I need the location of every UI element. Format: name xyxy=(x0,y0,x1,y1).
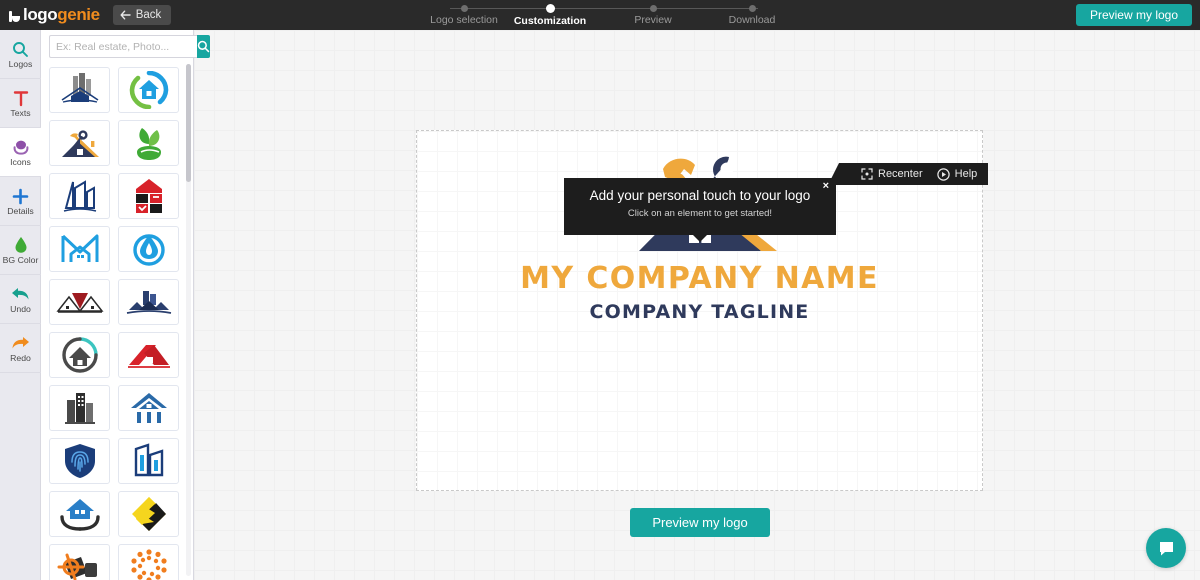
undo-arrow-icon xyxy=(11,285,30,304)
thumbnail-item[interactable] xyxy=(49,226,110,272)
canvas-toolbar: Recenter Help xyxy=(827,163,989,185)
chat-widget-button[interactable] xyxy=(1146,528,1186,568)
thumbnail-grid xyxy=(41,61,194,580)
play-circle-icon xyxy=(936,167,950,181)
thumbnail-item[interactable] xyxy=(118,67,179,113)
editor-workspace[interactable]: MY COMPANY NAME COMPANY TAGLINE Recenter… xyxy=(194,30,1200,580)
thumbnail-item[interactable] xyxy=(118,120,179,166)
thumbnail-item[interactable] xyxy=(118,279,179,325)
tool-rail: Logos Texts Icons Details BG Color Undo … xyxy=(0,30,41,580)
brand-text-genie: genie xyxy=(57,5,100,24)
step-download[interactable]: Download xyxy=(697,0,807,26)
logo-thumbnail-panel xyxy=(41,30,210,580)
rail-item-label: Details xyxy=(7,205,34,216)
thumbnail-item[interactable] xyxy=(49,332,110,378)
thumbnail-item[interactable] xyxy=(49,385,110,431)
back-button-label: Back xyxy=(135,9,162,21)
preview-my-logo-button-top[interactable]: Preview my logo xyxy=(1075,4,1192,26)
rail-item-redo[interactable]: Redo xyxy=(0,324,41,373)
step-dot xyxy=(748,5,756,12)
top-bar: logo genie Back Logo selection Customizat… xyxy=(0,0,1200,30)
thumbnail-item[interactable] xyxy=(118,544,179,580)
rail-item-details[interactable]: Details xyxy=(0,177,41,226)
preview-my-logo-button-bottom[interactable]: Preview my logo xyxy=(630,508,770,537)
plus-icon xyxy=(12,187,29,206)
thumbnail-item[interactable] xyxy=(118,173,179,219)
brand-logo[interactable]: logo genie xyxy=(9,5,100,25)
search-icon xyxy=(12,40,29,59)
brand-text-logo: logo xyxy=(23,5,58,24)
thumbnail-item[interactable] xyxy=(118,491,179,537)
thumbnail-item[interactable] xyxy=(49,67,110,113)
thumbnail-item[interactable] xyxy=(118,226,179,272)
thumbnail-item[interactable] xyxy=(49,279,110,325)
search-row xyxy=(41,30,210,61)
tooltip-title: Add your personal touch to your logo xyxy=(589,188,811,203)
thumbnail-item[interactable] xyxy=(118,332,179,378)
search-input[interactable] xyxy=(49,35,197,58)
thumbnail-item[interactable] xyxy=(118,385,179,431)
logo-company-name[interactable]: MY COMPANY NAME xyxy=(417,261,982,296)
rail-item-label: BG Color xyxy=(2,254,39,265)
logo-tagline[interactable]: COMPANY TAGLINE xyxy=(417,301,982,323)
help-button[interactable]: Help xyxy=(936,167,978,181)
search-icon xyxy=(197,40,210,53)
droplet-icon xyxy=(14,236,28,255)
thumbnail-item[interactable] xyxy=(118,438,179,484)
rail-item-label: Redo xyxy=(10,352,31,363)
step-preview[interactable]: Preview xyxy=(598,0,708,26)
progress-steps: Logo selection Customization Preview Dow… xyxy=(409,0,799,30)
rail-item-label: Undo xyxy=(10,303,31,314)
thumbnail-item[interactable] xyxy=(49,438,110,484)
search-button[interactable] xyxy=(197,35,210,58)
thumbnail-item[interactable] xyxy=(49,491,110,537)
chat-bubble-icon xyxy=(1159,541,1173,555)
recenter-button[interactable]: Recenter xyxy=(861,168,923,180)
step-dot xyxy=(545,4,555,13)
arrow-left-icon xyxy=(120,10,131,20)
step-label: Download xyxy=(728,14,776,26)
help-label: Help xyxy=(954,168,978,180)
shapes-icon xyxy=(12,138,30,157)
rail-item-bg-color[interactable]: BG Color xyxy=(0,226,41,275)
rail-item-logos[interactable]: Logos xyxy=(0,30,41,79)
rail-item-undo[interactable]: Undo xyxy=(0,275,41,324)
step-dot xyxy=(460,5,468,12)
thumbnail-item[interactable] xyxy=(49,544,110,580)
redo-arrow-icon xyxy=(11,334,30,353)
brand-mark-icon xyxy=(9,9,20,22)
step-customization[interactable]: Customization xyxy=(495,0,605,27)
tooltip-close-icon[interactable]: × xyxy=(823,181,829,192)
step-label: Customization xyxy=(513,15,587,27)
rail-item-label: Icons xyxy=(10,156,31,167)
thumbnail-item[interactable] xyxy=(49,120,110,166)
rail-item-texts[interactable]: Texts xyxy=(0,79,41,128)
rail-item-label: Logos xyxy=(8,58,33,69)
step-dot xyxy=(649,5,657,12)
rail-item-icons[interactable]: Icons xyxy=(0,128,41,177)
recenter-label: Recenter xyxy=(878,168,923,180)
text-t-icon xyxy=(13,89,29,108)
step-label: Preview xyxy=(634,14,672,26)
panel-scrollbar-thumb[interactable] xyxy=(186,64,191,182)
onboarding-tooltip: × Add your personal touch to your logo C… xyxy=(564,178,836,235)
panel-scrollbar-track[interactable] xyxy=(186,64,191,576)
recenter-icon xyxy=(861,168,873,180)
tooltip-subtitle: Click on an element to get started! xyxy=(627,208,773,219)
rail-item-label: Texts xyxy=(10,107,31,118)
back-button[interactable]: Back xyxy=(112,5,172,25)
thumbnail-item[interactable] xyxy=(49,173,110,219)
